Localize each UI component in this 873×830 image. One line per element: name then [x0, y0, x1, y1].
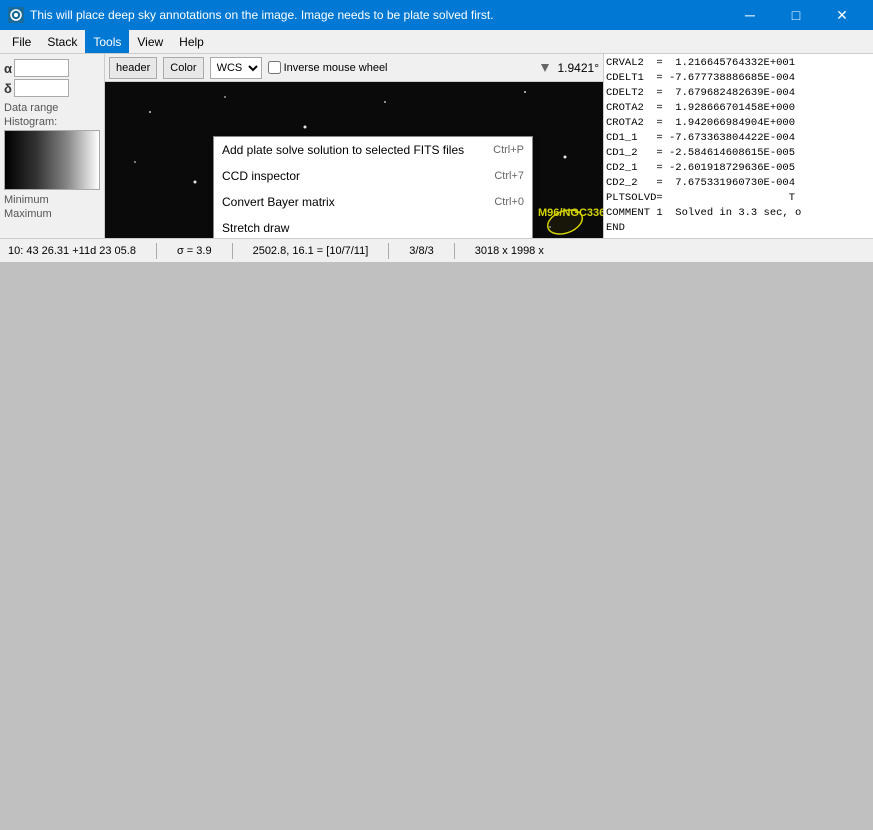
data-range-label: Data range	[4, 102, 100, 114]
status-divider-3	[388, 243, 389, 259]
menu-file[interactable]: File	[4, 30, 39, 53]
status-divider-4	[454, 243, 455, 259]
second-toolbar: header Color WCS Inverse mouse wheel 1.9…	[105, 54, 603, 82]
arrow-down-icon	[537, 58, 553, 78]
color-button[interactable]: Color	[163, 57, 203, 79]
fits-line-6: CD1_2 = -2.584614608615E-005	[606, 146, 871, 161]
delta-input[interactable]: +12	[14, 79, 69, 97]
histogram-chart	[4, 130, 100, 190]
menu-item-bayer[interactable]: Convert Bayer matrix Ctrl+0	[214, 189, 532, 215]
menu-item-ccd-inspector[interactable]: CCD inspector Ctrl+7	[214, 163, 532, 189]
status-divider-1	[156, 243, 157, 259]
menu-item-stretch[interactable]: Stretch draw	[214, 215, 532, 238]
left-panel: α 10 4 δ +12 Data range Histogram: Minim…	[0, 54, 105, 238]
menu-help[interactable]: Help	[171, 30, 212, 53]
minimum-label: Minimum	[4, 194, 100, 206]
fits-line-0: CRVAL2 = 1.216645764332E+001	[606, 56, 871, 71]
title-bar: This will place deep sky annotations on …	[0, 0, 873, 30]
menu-item-ccd-label: CCD inspector	[222, 169, 300, 183]
status-sigma: σ = 3.9	[177, 245, 212, 257]
fits-line-7: CD2_1 = -2.601918729636E-005	[606, 161, 871, 176]
fits-line-4: CROTA2 = 1.942066984904E+000	[606, 116, 871, 131]
fits-line-5: CD1_1 = -7.673363804422E-004	[606, 131, 871, 146]
status-page: 3/8/3	[409, 245, 433, 257]
status-coords: 10: 43 26.31 +11d 23 05.8	[8, 245, 136, 257]
menu-view[interactable]: View	[129, 30, 171, 53]
minimize-button[interactable]: ─	[727, 0, 773, 30]
menu-tools[interactable]: Tools	[85, 30, 129, 53]
alpha-input[interactable]: 10 4	[14, 59, 69, 77]
histogram-label: Histogram:	[4, 116, 100, 128]
center-area: header Color WCS Inverse mouse wheel 1.9…	[105, 54, 603, 238]
menu-item-stretch-label: Stretch draw	[222, 221, 289, 235]
title-bar-text: This will place deep sky annotations on …	[30, 8, 727, 22]
menu-item-plate-solve-label: Add plate solve solution to selected FIT…	[222, 143, 464, 157]
menu-shortcut-ccd: Ctrl+7	[494, 170, 524, 182]
fits-header-panel[interactable]: CRVAL2 = 1.216645764332E+001 CDELT1 = -7…	[603, 54, 873, 238]
status-dimensions: 3018 x 1998 x	[475, 245, 544, 257]
fits-line-3: CROTA2 = 1.928666701458E+000	[606, 101, 871, 116]
alpha-row: α 10 4	[4, 58, 100, 78]
inverse-label: Inverse mouse wheel	[284, 62, 388, 74]
delta-row: δ +12	[4, 78, 100, 98]
fits-line-11: END	[606, 221, 871, 236]
menu-stack[interactable]: Stack	[39, 30, 85, 53]
zoom-value: 1.9421°	[557, 61, 599, 75]
fits-line-10: COMMENT 1 Solved in 3.3 sec, o	[606, 206, 871, 221]
zoom-indicator: 1.9421°	[537, 58, 599, 78]
status-divider-2	[232, 243, 233, 259]
fits-line-8: CD2_2 = 7.675331960730E-004	[606, 176, 871, 191]
maximize-button[interactable]: □	[773, 0, 819, 30]
maximum-label: Maximum	[4, 208, 100, 220]
projection-select[interactable]: WCS	[210, 57, 262, 79]
tools-dropdown-menu: Add plate solve solution to selected FIT…	[213, 136, 533, 238]
app-icon	[8, 7, 24, 23]
menu-item-plate-solve[interactable]: Add plate solve solution to selected FIT…	[214, 137, 532, 163]
menu-item-bayer-label: Convert Bayer matrix	[222, 195, 335, 209]
delta-label: δ	[4, 81, 12, 96]
main-content: α 10 4 δ +12 Data range Histogram: Minim…	[0, 54, 873, 238]
m96-label: M96/NGC3368	[538, 207, 603, 219]
status-position: 2502.8, 16.1 = [10/7/11]	[253, 245, 369, 257]
inverse-checkbox[interactable]	[268, 61, 281, 74]
status-bar: 10: 43 26.31 +11d 23 05.8 σ = 3.9 2502.8…	[0, 238, 873, 262]
header-button[interactable]: header	[109, 57, 157, 79]
fits-line-2: CDELT2 = 7.679682482639E-004	[606, 86, 871, 101]
menu-shortcut-bayer: Ctrl+0	[494, 196, 524, 208]
menu-shortcut-plate-solve: Ctrl+P	[493, 144, 524, 156]
alpha-label: α	[4, 61, 12, 76]
fits-line-9: PLTSOLVD= T	[606, 191, 871, 206]
window-controls: ─ □ ✕	[727, 0, 865, 30]
close-button[interactable]: ✕	[819, 0, 865, 30]
inverse-checkbox-label: Inverse mouse wheel	[268, 61, 388, 74]
fits-line-1: CDELT1 = -7.677738886685E-004	[606, 71, 871, 86]
image-area[interactable]: M95/NGC3351 M96/NGC3368 IC643/PGC32392 i…	[105, 82, 603, 238]
menu-bar: File Stack Tools View Help	[0, 30, 873, 54]
